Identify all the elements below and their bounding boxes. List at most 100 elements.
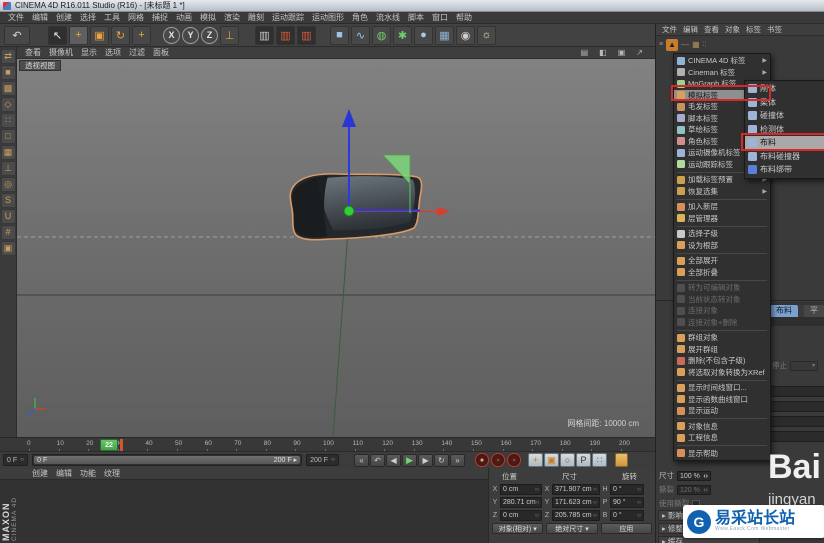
x-axis-lock-icon[interactable]: X: [163, 26, 180, 44]
light-icon[interactable]: ☼: [477, 25, 496, 45]
render-view-icon[interactable]: ▥: [255, 25, 274, 45]
attribute-input[interactable]: [770, 386, 824, 397]
enable-snap-icon[interactable]: U: [0, 209, 16, 224]
coordinate-field[interactable]: 205.785 cm ‹›: [552, 510, 600, 521]
undo-icon[interactable]: ↶: [4, 25, 30, 45]
key-parameter-toggle[interactable]: P: [576, 453, 592, 467]
context-menu-item[interactable]: 将选取对象转换为XRef: [674, 367, 770, 379]
context-menu-item[interactable]: 工程信息: [674, 432, 770, 444]
coordinate-field[interactable]: 171.623 cm ‹›: [552, 497, 600, 508]
attribute-input[interactable]: [770, 401, 824, 412]
subdivision-surface-icon[interactable]: ◍: [372, 25, 391, 45]
enable-axis-icon[interactable]: ⊥: [0, 161, 16, 176]
menubar-item[interactable]: 编辑: [28, 12, 52, 23]
go-to-start-button[interactable]: «: [354, 453, 370, 467]
attribute-input[interactable]: [770, 416, 824, 427]
tab-cloth[interactable]: 布料: [770, 305, 798, 317]
object-manager-menu-item[interactable]: 编辑: [680, 24, 701, 35]
z-axis-lock-icon[interactable]: Z: [201, 26, 218, 44]
coordinate-field[interactable]: 0 ° ‹›: [610, 484, 644, 495]
spinner-arrows-icon[interactable]: ‹›: [703, 472, 708, 480]
go-to-end-button[interactable]: »: [450, 453, 466, 467]
spinner-arrows-icon[interactable]: ‹›: [593, 513, 597, 519]
context-menu-item[interactable]: 显示函数曲线窗口: [674, 394, 770, 406]
loop-button[interactable]: ↻: [434, 453, 450, 467]
previous-frame-button[interactable]: ◀: [386, 453, 402, 467]
model-mode-icon[interactable]: ■: [0, 65, 16, 80]
menubar-item[interactable]: 创建: [52, 12, 76, 23]
menubar-item[interactable]: 工具: [100, 12, 124, 23]
scale-tool-icon[interactable]: ▣: [90, 25, 109, 45]
context-menu-item[interactable]: Cineman 标签 ▶: [674, 67, 770, 79]
viewport[interactable]: 查看 摄像机 显示 选项 过滤 面板 ▤ ◧ ▣ ↗ 透视视图 网格间距: 10000 cm: [17, 47, 655, 437]
menubar-item[interactable]: 角色: [348, 12, 372, 23]
preview-range-bar[interactable]: 0 F 200 F ▸: [34, 456, 301, 464]
menubar-item[interactable]: 运动跟踪: [268, 12, 308, 23]
spinner-arrows-icon[interactable]: ‹›: [637, 500, 641, 506]
context-menu-item[interactable]: 当前状态转对象: [674, 294, 770, 306]
workplane-mode-icon[interactable]: ◇: [0, 97, 16, 112]
range-end-spinner[interactable]: 200 F ‹›: [306, 454, 340, 466]
submenu-item[interactable]: 布料: [745, 136, 824, 150]
spinner-arrows-icon[interactable]: ‹›: [535, 487, 539, 493]
add-cube-icon[interactable]: ■: [330, 25, 349, 45]
viewport-pane-icon[interactable]: ▣: [614, 48, 630, 57]
menubar-item[interactable]: 脚本: [404, 12, 428, 23]
viewport-pane-icon[interactable]: ◧: [595, 48, 611, 57]
points-mode-icon[interactable]: ∷: [0, 113, 16, 128]
submenu-item[interactable]: 检测体: [745, 123, 824, 137]
deformer-icon[interactable]: ●: [414, 25, 433, 45]
menubar-item[interactable]: 捕捉: [148, 12, 172, 23]
attribute-input[interactable]: [770, 431, 824, 442]
context-menu-item[interactable]: 显示帮助: [674, 448, 770, 460]
context-menu-item[interactable]: 全部折叠: [674, 267, 770, 279]
context-menu-item[interactable]: 展开群组: [674, 344, 770, 356]
context-menu-item[interactable]: 显示时间线窗口...: [674, 382, 770, 394]
apply-button[interactable]: 应用: [600, 523, 652, 534]
menubar-item[interactable]: 流水线: [372, 12, 404, 23]
menubar-item[interactable]: 帮助: [452, 12, 476, 23]
spinner-arrows-icon[interactable]: ‹›: [637, 513, 641, 519]
spinner-arrows-icon[interactable]: ‹›: [593, 487, 597, 493]
preview-range-slider[interactable]: 0 F 200 F ▸: [32, 454, 303, 466]
workplane-lock-icon[interactable]: ▣: [0, 241, 16, 256]
texture-mode-icon[interactable]: ▩: [0, 81, 16, 96]
context-menu-item[interactable]: 对象信息: [674, 421, 770, 433]
context-menu-item[interactable]: 连接对象+删除: [674, 317, 770, 329]
environment-icon[interactable]: ▦: [435, 25, 454, 45]
viewport-menu-item[interactable]: 过滤: [125, 47, 149, 58]
context-menu-item[interactable]: 全部展开: [674, 255, 770, 267]
submenu-item[interactable]: 布料碰撞器: [745, 150, 824, 164]
context-menu-item[interactable]: 设为根部: [674, 240, 770, 252]
next-frame-button[interactable]: ▶: [418, 453, 434, 467]
context-menu-item[interactable]: 删除(不包含子级): [674, 355, 770, 367]
context-menu-item[interactable]: 选择子级: [674, 228, 770, 240]
object-type-icon[interactable]: ▦: [692, 40, 700, 49]
viewport-solo-icon[interactable]: ◎: [0, 177, 16, 192]
y-axis-arrow[interactable]: [342, 109, 356, 127]
spinner-arrows-icon[interactable]: ‹›: [703, 486, 708, 494]
selected-object-icon[interactable]: ▲: [666, 38, 679, 51]
make-editable-icon[interactable]: ⇄: [0, 49, 16, 64]
polygons-mode-icon[interactable]: ▦: [0, 145, 16, 160]
render-settings-icon[interactable]: ▥: [297, 25, 316, 45]
grid-snap-icon[interactable]: #: [0, 225, 16, 240]
viewport-pane-icon[interactable]: ↗: [632, 48, 647, 57]
object-visibility-dots[interactable]: ⁚⁚: [703, 41, 707, 48]
context-menu-item[interactable]: CINEMA 4D 标签 ▶: [674, 55, 770, 67]
key-position-toggle[interactable]: +: [528, 453, 544, 467]
property-value[interactable]: 100 % ‹›: [677, 470, 711, 481]
record-options-button[interactable]: ◦: [507, 453, 522, 467]
viewport-menu-item[interactable]: 选项: [101, 47, 125, 58]
rotate-tool-icon[interactable]: ↻: [111, 25, 130, 45]
menubar-item[interactable]: 渲染: [220, 12, 244, 23]
object-manager-menu-item[interactable]: 文件: [659, 24, 680, 35]
viewport-pane-icon[interactable]: ▤: [577, 48, 593, 57]
viewport-label[interactable]: 透视视图: [19, 60, 61, 71]
spinner-arrows-icon[interactable]: ‹›: [535, 513, 539, 519]
keyframe-selection-icon[interactable]: S: [0, 193, 16, 208]
move-tool-icon[interactable]: +: [69, 25, 88, 45]
context-menu-item[interactable]: 显示运动: [674, 405, 770, 417]
menubar-item[interactable]: 选择: [76, 12, 100, 23]
viewport-menu-item[interactable]: 查看: [21, 47, 45, 58]
